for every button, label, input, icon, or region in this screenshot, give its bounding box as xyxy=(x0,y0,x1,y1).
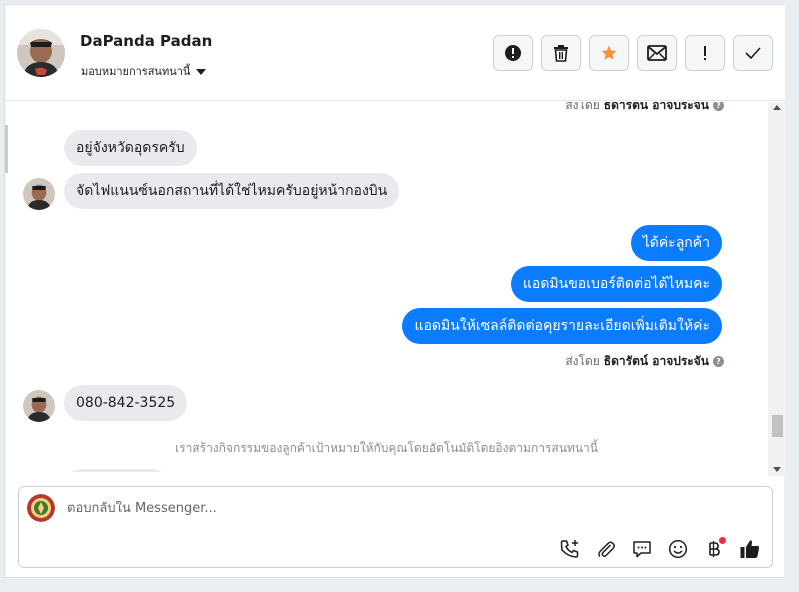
reply-input[interactable] xyxy=(67,501,667,516)
phone-plus-icon xyxy=(560,540,579,558)
payment-button[interactable] xyxy=(702,537,726,561)
contact-avatar-small xyxy=(23,178,55,210)
star-icon xyxy=(601,45,617,60)
incoming-message: อยู่จังหวัดอุดรครับ xyxy=(64,130,197,166)
system-message: เราสร้างกิจกรรมของลูกค้าเป้าหมายให้กับคุ… xyxy=(175,441,598,455)
envelope-icon xyxy=(647,45,667,61)
composer-toolbar xyxy=(558,537,762,561)
sent-by-prefix: ส่งโดย xyxy=(565,354,600,368)
incoming-message: 080-842-3525 xyxy=(64,385,188,421)
call-button[interactable] xyxy=(558,537,582,561)
trash-icon xyxy=(554,45,568,62)
sent-by-name: ธิดารัตน์ อาจประจัน xyxy=(603,354,709,368)
assign-conversation-dropdown[interactable]: มอบหมายการสนทนานี้ xyxy=(81,62,207,80)
star-button[interactable] xyxy=(589,35,629,71)
smiley-icon xyxy=(668,539,688,559)
outgoing-message: แอดมินขอเบอร์ติดต่อได้ไหมคะ xyxy=(510,266,722,302)
message-composer xyxy=(18,486,773,568)
page-avatar xyxy=(27,494,55,522)
sent-by-label-top: ส่งโดย ธิดารัตน์ อาจประจัน ? xyxy=(565,102,724,115)
outgoing-message: แอดมินให้เซลล์ติดต่อคุยรายละเอียดเพิ่มเต… xyxy=(402,308,722,344)
scroll-down-arrow-icon[interactable] xyxy=(773,467,781,472)
delete-button[interactable] xyxy=(541,35,581,71)
check-icon xyxy=(745,47,761,59)
contact-name[interactable]: DaPanda Padan xyxy=(80,32,212,50)
chat-bubble-icon xyxy=(633,541,651,558)
alert-circle-icon xyxy=(505,45,521,61)
emoji-button[interactable] xyxy=(666,537,690,561)
scroll-up-arrow-icon[interactable] xyxy=(773,105,781,110)
message-thread: ส่งโดย ธิดารัตน์ อาจประจัน ? อยู่จังหวัด… xyxy=(5,102,768,472)
saved-replies-button[interactable] xyxy=(630,537,654,561)
incoming-message: จัดไฟแนนซ์นอกสถานที่ได้ใช่ไหมครับอยู่หน้… xyxy=(64,173,400,209)
help-icon[interactable]: ? xyxy=(713,102,724,111)
thread-scrollbar[interactable] xyxy=(768,102,785,476)
notification-dot xyxy=(719,537,726,544)
contact-avatar-small xyxy=(23,390,55,422)
sent-by-prefix: ส่งโดย xyxy=(565,102,600,112)
help-icon[interactable]: ? xyxy=(713,356,724,367)
conversation-header: DaPanda Padan มอบหมายการสนทนานี้ xyxy=(5,5,785,101)
sent-by-label: ส่งโดย ธิดารัตน์ อาจประจัน ? xyxy=(565,352,724,371)
mark-spam-button[interactable] xyxy=(493,35,533,71)
thumbs-up-icon xyxy=(740,540,760,558)
assign-label: มอบหมายการสนทนานี้ xyxy=(81,65,191,78)
scrollbar-thumb[interactable] xyxy=(772,415,783,437)
mark-done-button[interactable] xyxy=(733,35,773,71)
like-button[interactable] xyxy=(738,537,762,561)
sent-by-name: ธิดารัตน์ อาจประจัน xyxy=(603,102,709,112)
conversation-panel: DaPanda Padan มอบหมายการสนทนานี้ ส่งโดย … xyxy=(4,4,785,578)
caret-down-icon xyxy=(196,69,207,75)
mark-unread-button[interactable] xyxy=(637,35,677,71)
incoming-message-partial xyxy=(64,469,170,472)
follow-up-button[interactable] xyxy=(685,35,725,71)
exclamation-icon xyxy=(704,46,706,60)
contact-avatar[interactable] xyxy=(17,29,65,77)
attach-button[interactable] xyxy=(594,537,618,561)
paperclip-icon xyxy=(598,541,615,558)
outgoing-message: ได้ค่ะลูกค้า xyxy=(630,225,722,261)
header-actions xyxy=(493,35,773,71)
